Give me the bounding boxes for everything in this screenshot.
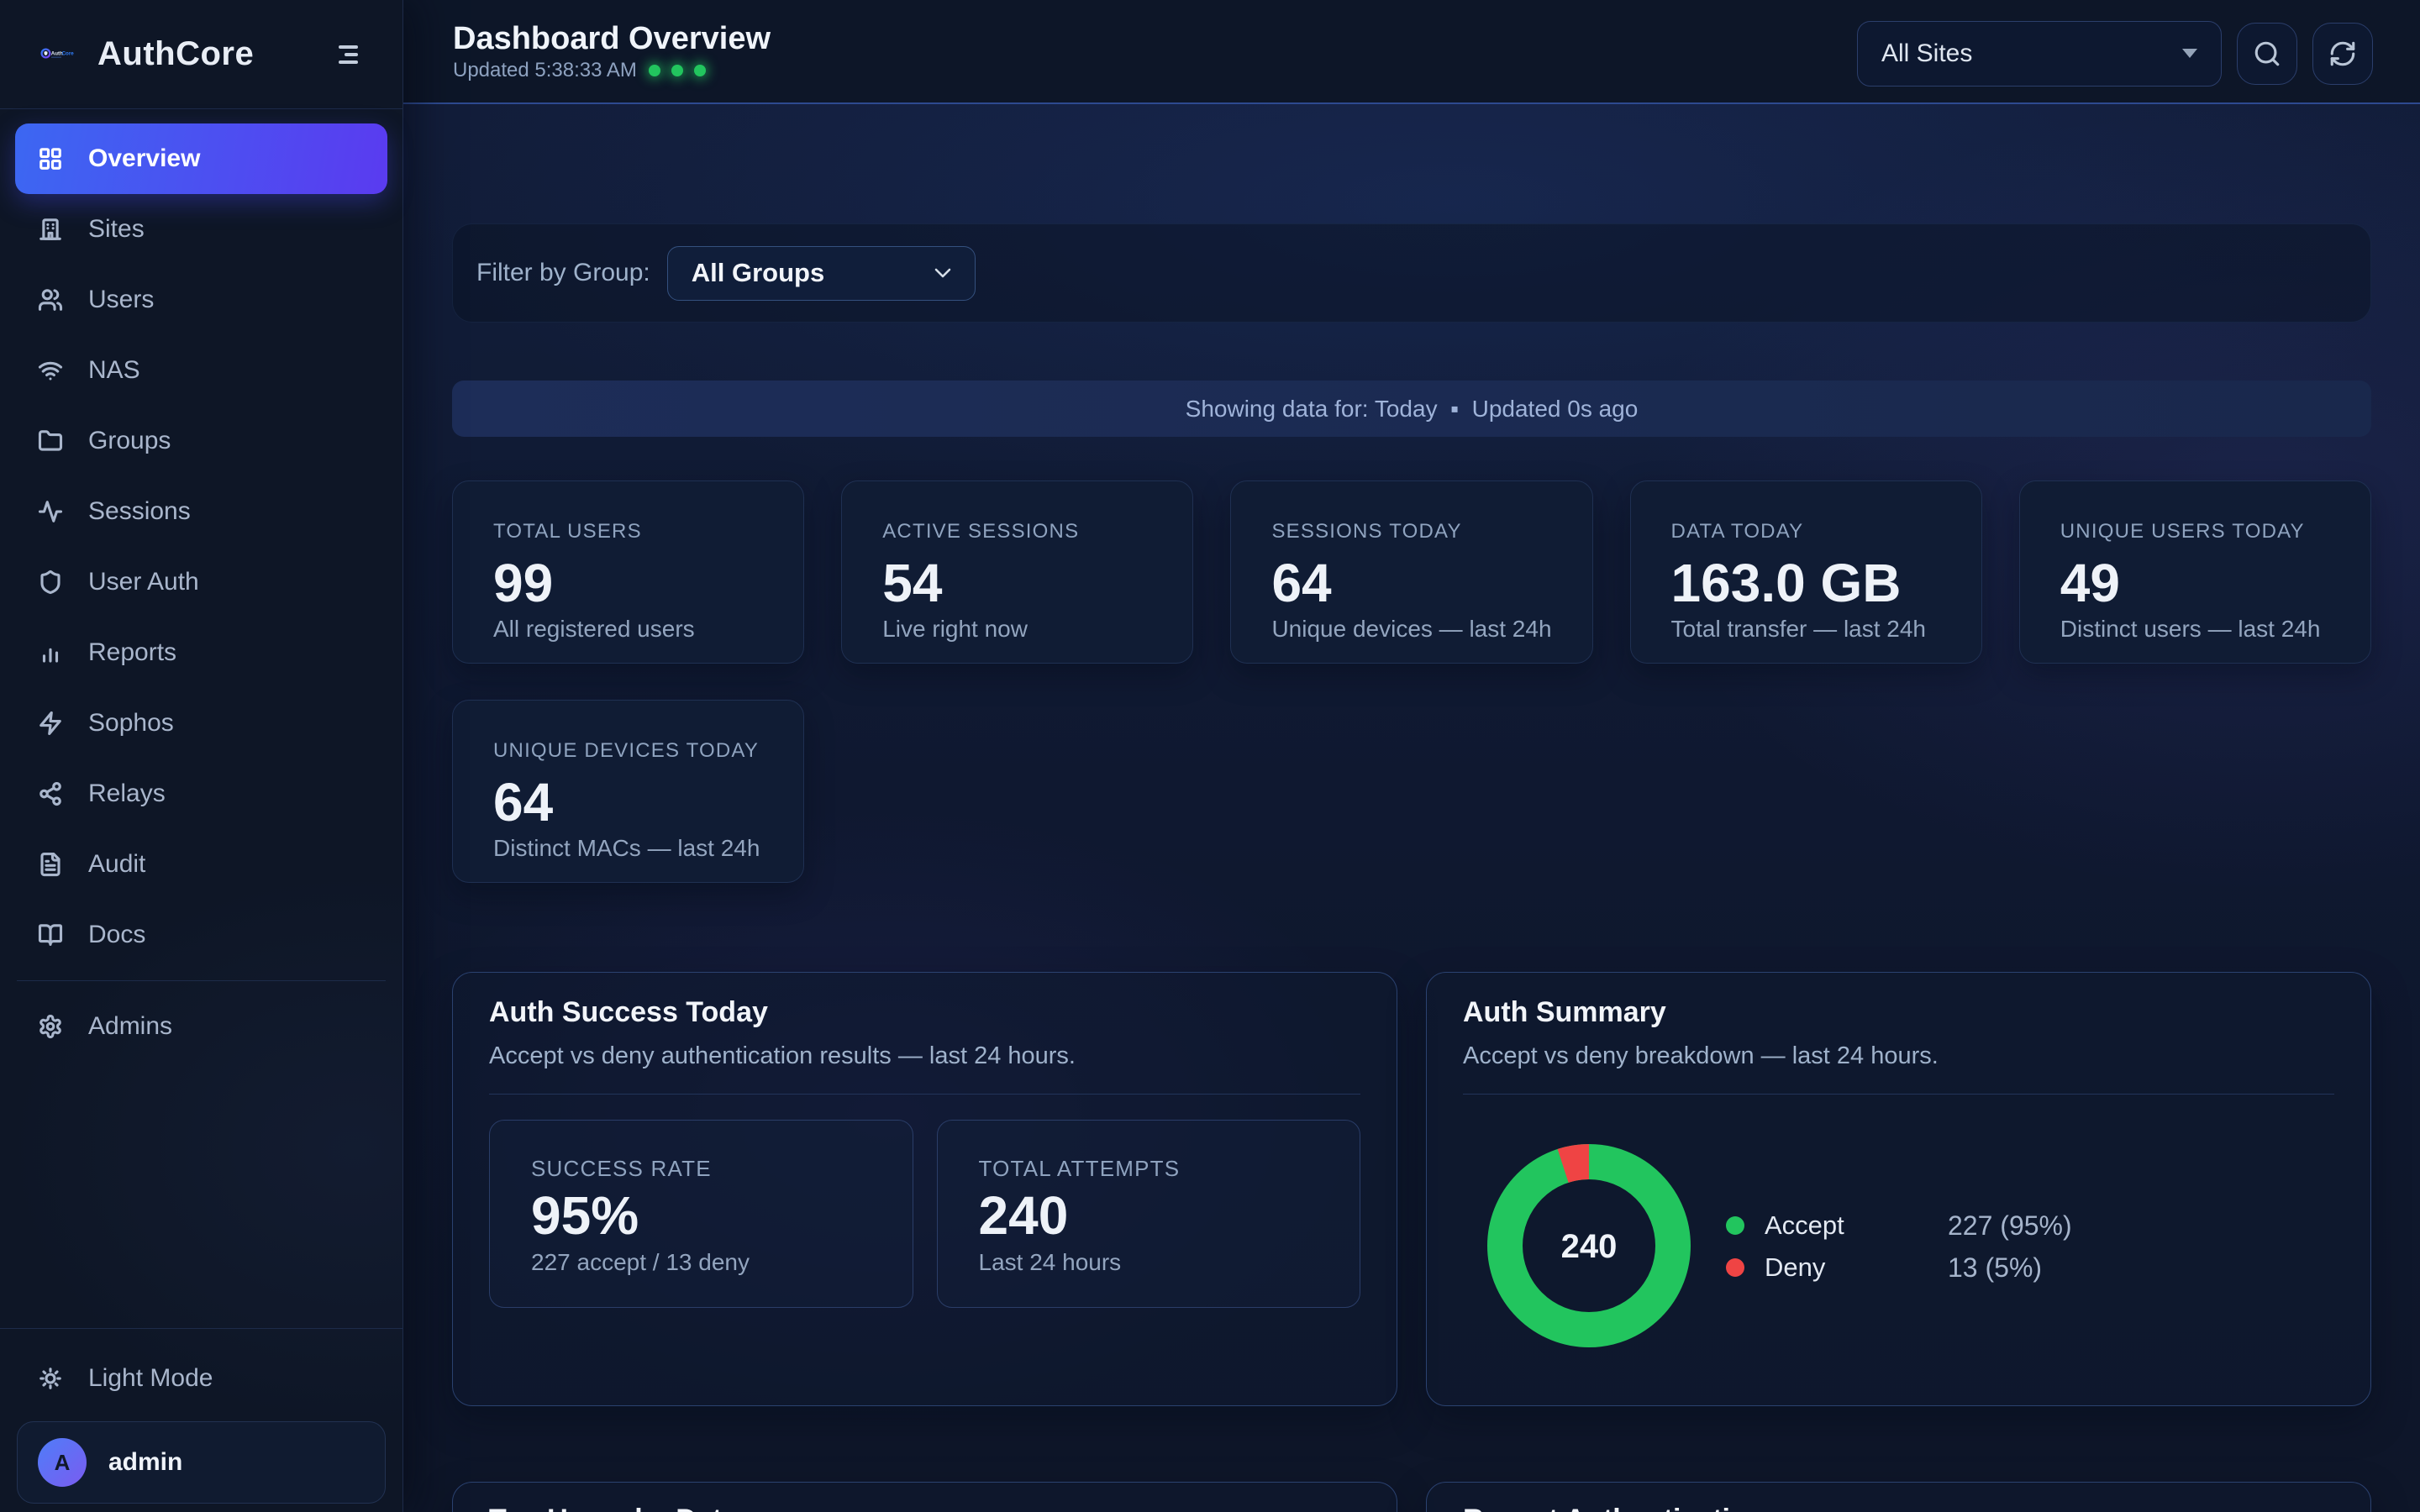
svg-text:240: 240 (1561, 1228, 1618, 1265)
svg-text:Core: Core (62, 50, 75, 56)
